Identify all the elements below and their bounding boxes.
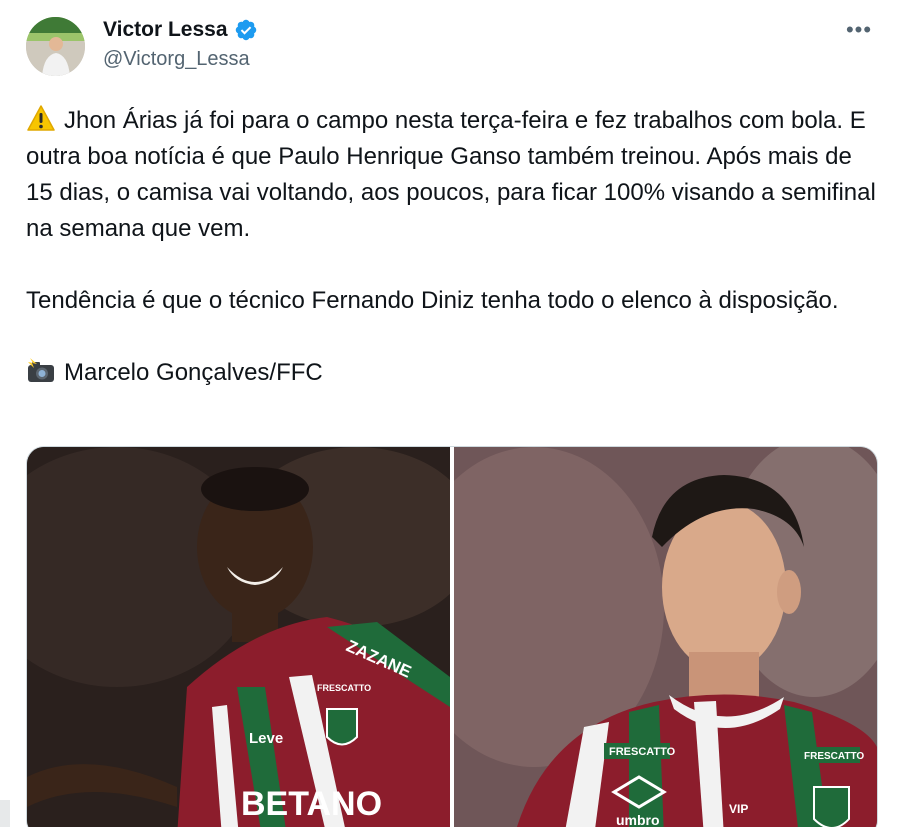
- verified-badge-icon[interactable]: [234, 18, 258, 42]
- player-photo-1: ZAZANE Leve FRESCATTO BETANO: [27, 447, 450, 827]
- tweet-card: Victor Lessa @Victorg_Lessa ••• Jhon Ári…: [0, 0, 914, 827]
- avatar-image: [26, 17, 85, 76]
- author-info: Victor Lessa @Victorg_Lessa: [103, 16, 258, 71]
- jersey-text-3: FRESCATTO: [317, 683, 371, 693]
- author-name[interactable]: Victor Lessa: [103, 18, 228, 42]
- jersey-text-4: VIP: [729, 802, 748, 816]
- player-photo-2: FRESCATTO FRESCATTO umbro VIP: [454, 447, 877, 827]
- more-options-button[interactable]: •••: [844, 17, 874, 42]
- tweet-credit-text: Marcelo Gonçalves/FFC: [64, 359, 323, 386]
- tweet-paragraph-2: Tendência é que o técnico Fernando Diniz…: [26, 287, 839, 314]
- club-crest-icon: [813, 786, 850, 827]
- jersey-text-2: FRESCATTO: [804, 751, 864, 762]
- media-photo-1[interactable]: ZAZANE Leve FRESCATTO BETANO: [27, 447, 450, 827]
- media-photo-2[interactable]: FRESCATTO FRESCATTO umbro VIP: [454, 447, 877, 827]
- jersey-text-1: FRESCATTO: [609, 746, 676, 758]
- club-crest-icon: [326, 708, 358, 746]
- camera-flash-emoji-icon: [28, 358, 54, 382]
- tweet-paragraph-1-text: Jhon Árias já foi para o campo nesta ter…: [26, 107, 876, 242]
- author-avatar[interactable]: [26, 17, 85, 76]
- tweet-paragraph-1: Jhon Árias já foi para o campo nesta ter…: [26, 103, 876, 247]
- jersey-text-3: umbro: [616, 812, 660, 827]
- warning-emoji-icon: [27, 105, 55, 131]
- jersey-text-4: BETANO: [241, 785, 382, 823]
- author-name-row: Victor Lessa: [103, 16, 258, 44]
- scrollbar-stub: [0, 800, 10, 827]
- tweet-credit: Marcelo Gonçalves/FFC: [26, 355, 876, 391]
- more-horizontal-icon: •••: [845, 17, 873, 42]
- jersey-text-2: Leve: [249, 730, 283, 747]
- tweet-text: Jhon Árias já foi para o campo nesta ter…: [26, 103, 876, 391]
- author-handle[interactable]: @Victorg_Lessa: [103, 48, 258, 71]
- tweet-media[interactable]: ZAZANE Leve FRESCATTO BETANO FRESCATTO F…: [26, 446, 878, 827]
